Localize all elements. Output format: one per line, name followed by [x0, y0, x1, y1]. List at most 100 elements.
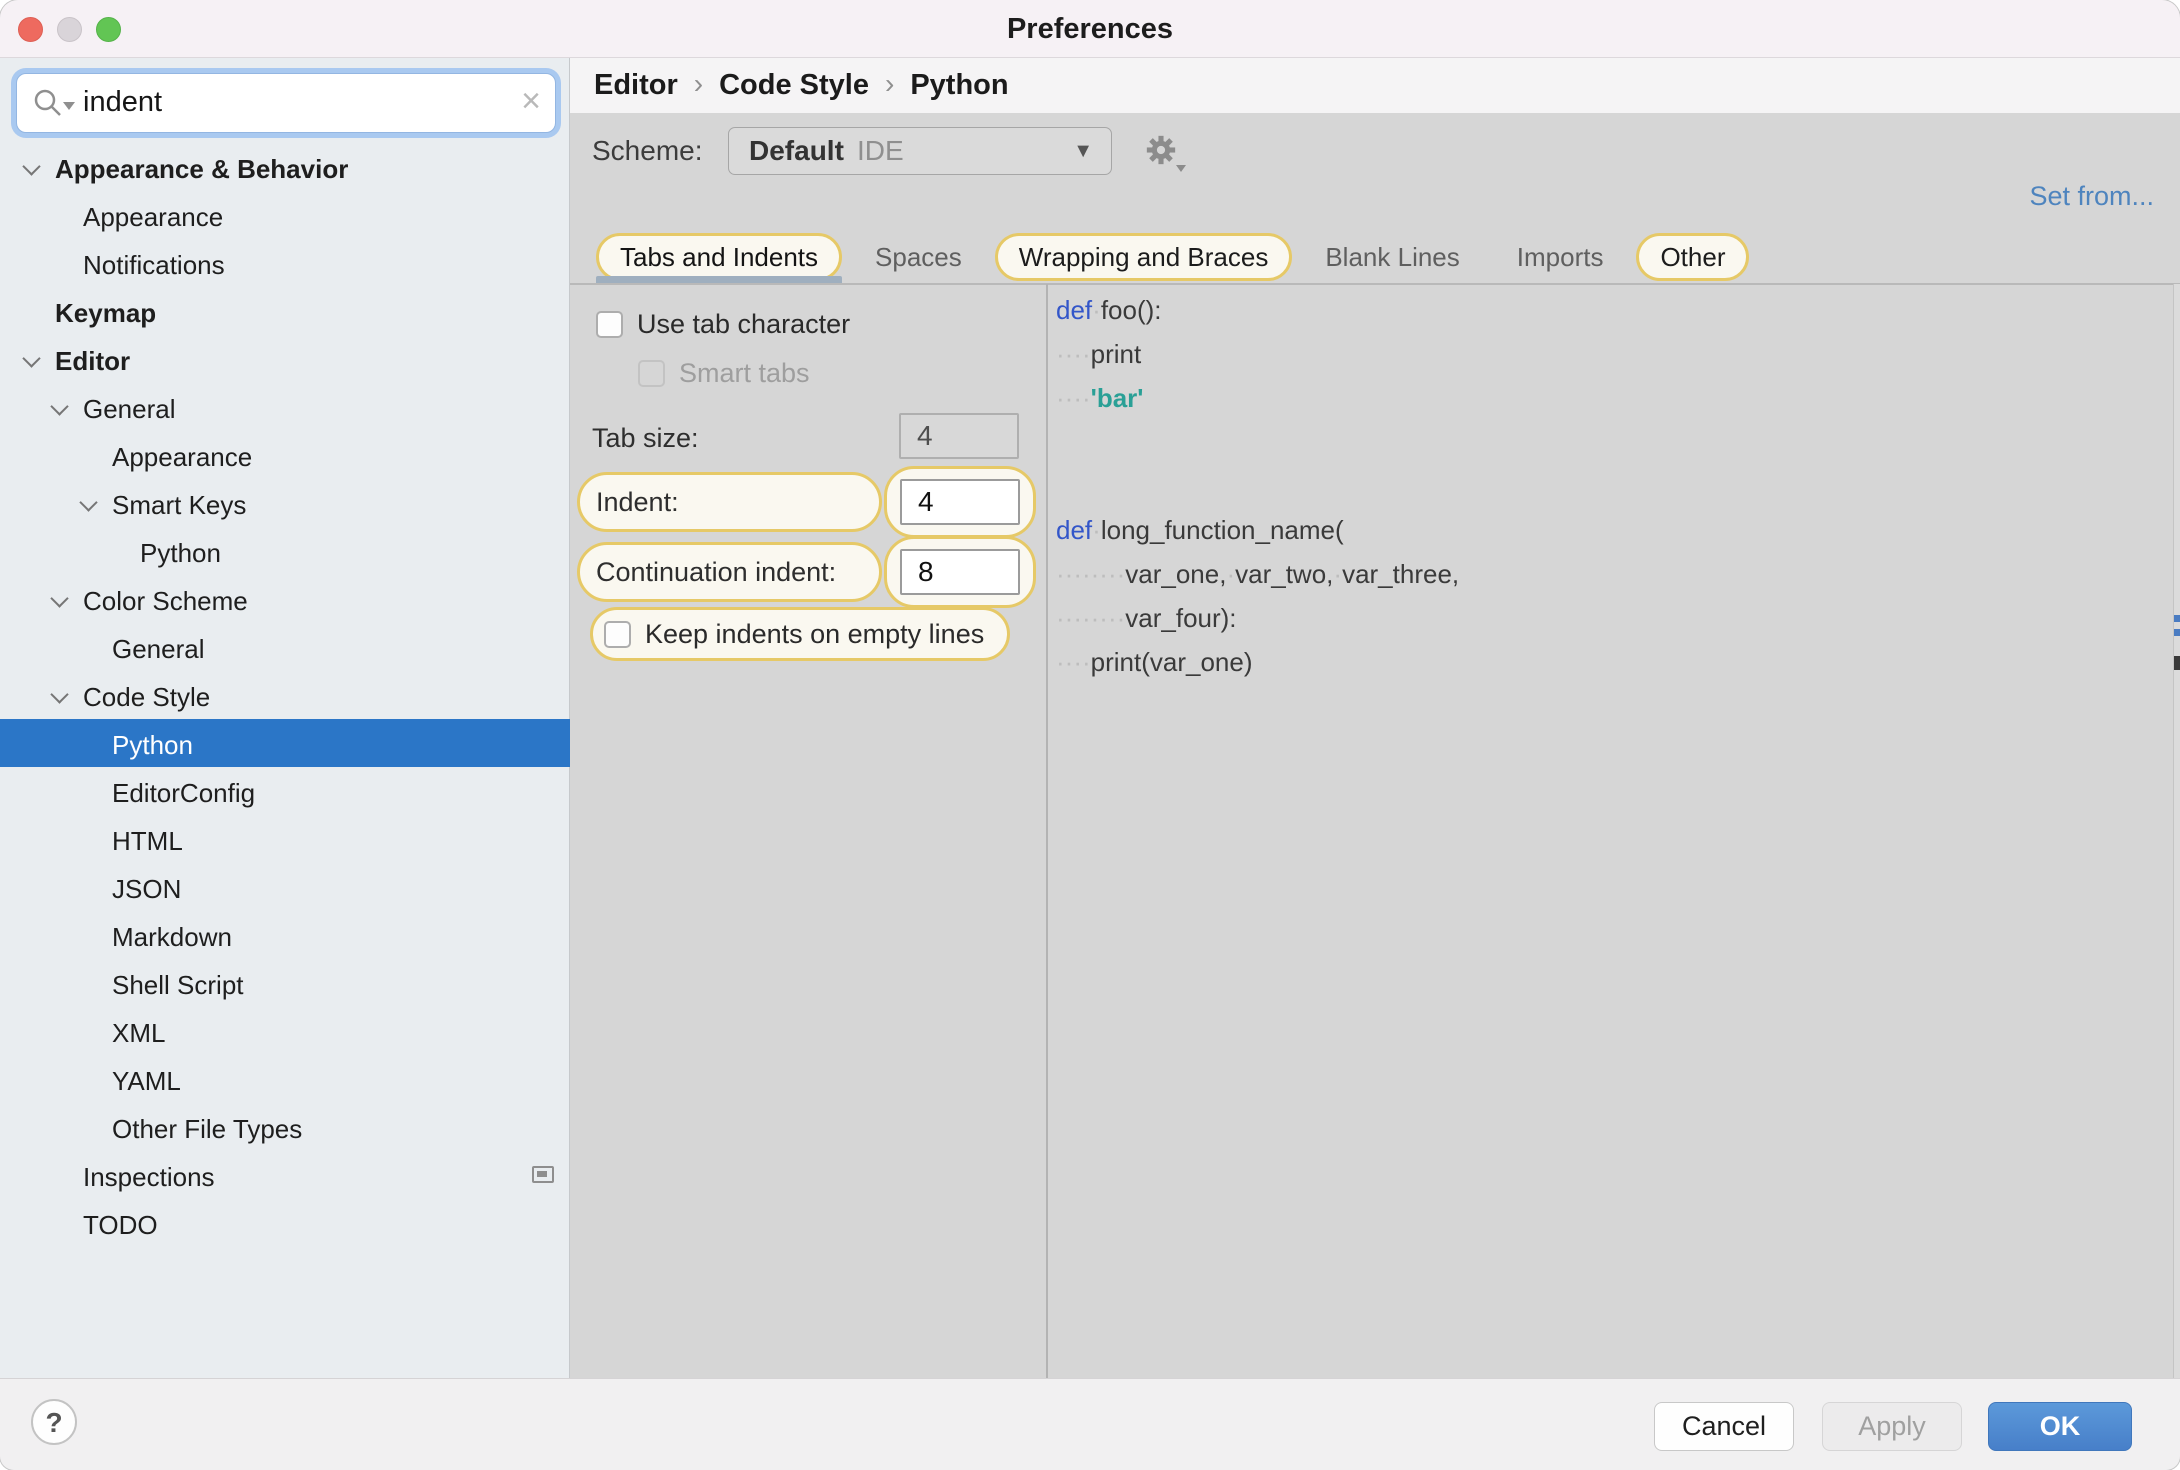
- tabstrip-divider: [570, 283, 2180, 285]
- chevron-down-icon[interactable]: [50, 685, 69, 704]
- settings-sidebar: indent × Appearance & Behavior Appearance…: [0, 58, 570, 1378]
- tab-wrapping-and-braces[interactable]: Wrapping and Braces: [994, 233, 1293, 281]
- chevron-down-icon[interactable]: [50, 589, 69, 608]
- keep-indents-highlight[interactable]: Keep indents on empty lines: [590, 607, 1010, 661]
- breadcrumb: Editor › Code Style › Python: [570, 58, 2180, 113]
- tab-imports[interactable]: Imports: [1493, 233, 1628, 281]
- sidebar-item-xml[interactable]: XML: [0, 1007, 570, 1055]
- sidebar-item-label: Appearance: [83, 202, 224, 233]
- stripe-mark[interactable]: [2174, 656, 2180, 670]
- code-line: ····print: [1056, 339, 1142, 369]
- sidebar-item-appearance[interactable]: Appearance: [0, 431, 570, 479]
- code-line: ····'bar': [1056, 383, 1144, 413]
- continuation-indent-label: Continuation indent:: [596, 556, 837, 587]
- sidebar-item-label: JSON: [112, 874, 182, 905]
- window-title: Preferences: [1006, 13, 1174, 45]
- sidebar-item-label: Editor: [55, 346, 131, 377]
- settings-main: Editor › Code Style › Python Scheme: Default…: [570, 58, 2180, 1378]
- dropdown-caret-icon: ▼: [1073, 140, 1093, 162]
- sidebar-item-label: General: [83, 394, 176, 425]
- sidebar-item-label: Python: [112, 730, 193, 761]
- code-line: def·foo():: [1056, 295, 1162, 325]
- chevron-down-icon[interactable]: [22, 157, 41, 176]
- use-tab-character-row[interactable]: Use tab character: [596, 309, 850, 340]
- set-from-link[interactable]: Set from...: [2029, 181, 2154, 212]
- sidebar-item-appearance-behavior[interactable]: Appearance & Behavior: [0, 143, 570, 191]
- title-bar: Preferences: [0, 0, 2180, 58]
- smart-tabs-checkbox[interactable]: [638, 360, 665, 387]
- preview-scroll-stripe[interactable]: [2173, 284, 2180, 1378]
- sidebar-item-html[interactable]: HTML: [0, 815, 570, 863]
- search-icon: [34, 89, 61, 116]
- chevron-down-icon[interactable]: [22, 349, 41, 368]
- continuation-indent-label-highlight: Continuation indent:: [577, 542, 882, 602]
- sidebar-item-notifications[interactable]: Notifications: [0, 239, 570, 287]
- chevron-down-icon[interactable]: [50, 397, 69, 416]
- stripe-mark[interactable]: [2174, 629, 2180, 636]
- keep-indents-label: Keep indents on empty lines: [645, 618, 985, 649]
- use-tab-character-label: Use tab character: [637, 309, 851, 339]
- chevron-down-icon[interactable]: [79, 493, 98, 512]
- sidebar-item-editorconfig[interactable]: EditorConfig: [0, 767, 570, 815]
- stripe-mark[interactable]: [2174, 615, 2180, 622]
- sidebar-item-label: Appearance & Behavior: [55, 154, 349, 185]
- code-preview: def·foo(): ····print ····'bar' def·long_fun…: [1056, 288, 2170, 1378]
- scheme-label: Scheme:: [592, 135, 703, 166]
- use-tab-character-checkbox[interactable]: [596, 311, 623, 338]
- search-history-caret-icon[interactable]: [63, 102, 75, 110]
- sidebar-item-inspections[interactable]: Inspections: [0, 1151, 570, 1199]
- sidebar-item-yaml[interactable]: YAML: [0, 1055, 570, 1103]
- scheme-dropdown-suffix: IDE: [857, 135, 904, 166]
- smart-tabs-row[interactable]: Smart tabs: [638, 358, 810, 389]
- sidebar-item-label: Smart Keys: [112, 490, 247, 521]
- sidebar-item-label: HTML: [112, 826, 183, 857]
- sidebar-item-keymap[interactable]: Keymap: [0, 287, 570, 335]
- dialog-body: indent × Appearance & Behavior Appearance…: [0, 58, 2180, 1378]
- sidebar-item-shell-script[interactable]: Shell Script: [0, 959, 570, 1007]
- settings-tree: Appearance & Behavior Appearance Notificat…: [0, 143, 570, 1247]
- code-style-python-panel: Scheme: Default IDE ▼ Set from... Tabs a…: [570, 113, 2180, 1378]
- sidebar-item-label: Notifications: [83, 250, 225, 281]
- breadcrumb-separator-icon: ›: [884, 67, 895, 99]
- scheme-dropdown[interactable]: Default IDE ▼: [728, 127, 1112, 175]
- sidebar-item-general[interactable]: General: [0, 623, 570, 671]
- sidebar-item-label: YAML: [112, 1066, 181, 1097]
- sidebar-item-json[interactable]: JSON: [0, 863, 570, 911]
- scheme-actions-gear-icon[interactable]: [1144, 133, 1178, 167]
- clear-search-icon[interactable]: ×: [521, 82, 541, 121]
- breadcrumb-item-editor[interactable]: Editor: [594, 69, 678, 102]
- sidebar-item-appearance[interactable]: Appearance: [0, 191, 570, 239]
- sidebar-item-other-file-types[interactable]: Other File Types: [0, 1103, 570, 1151]
- indent-input[interactable]: [900, 479, 1020, 525]
- tab-blank-lines[interactable]: Blank Lines: [1301, 233, 1483, 281]
- help-button[interactable]: ?: [31, 1399, 77, 1445]
- sidebar-item-code-style[interactable]: Code Style: [0, 671, 570, 719]
- tab-size-input[interactable]: [899, 413, 1019, 459]
- sidebar-item-todo[interactable]: TODO: [0, 1199, 570, 1247]
- sidebar-item-label: Inspections: [83, 1162, 215, 1193]
- tab-spaces[interactable]: Spaces: [851, 233, 986, 281]
- sidebar-item-color-scheme[interactable]: Color Scheme: [0, 575, 570, 623]
- ok-button[interactable]: OK: [1988, 1402, 2132, 1451]
- code-line: def·long_function_name(: [1056, 515, 1344, 545]
- sidebar-item-label: TODO: [83, 1210, 158, 1241]
- breadcrumb-item-code-style[interactable]: Code Style: [719, 69, 869, 102]
- sidebar-item-general[interactable]: General: [0, 383, 570, 431]
- sidebar-item-python[interactable]: Python: [0, 527, 570, 575]
- sidebar-item-markdown[interactable]: Markdown: [0, 911, 570, 959]
- sidebar-item-editor[interactable]: Editor: [0, 335, 570, 383]
- settings-search-field[interactable]: indent ×: [16, 73, 556, 133]
- tab-other[interactable]: Other: [1636, 233, 1750, 281]
- apply-button[interactable]: Apply: [1822, 1402, 1962, 1451]
- breadcrumb-item-python[interactable]: Python: [910, 69, 1008, 102]
- search-input-value[interactable]: indent: [83, 86, 162, 119]
- keep-indents-checkbox[interactable]: [604, 620, 631, 648]
- cancel-button[interactable]: Cancel: [1654, 1402, 1794, 1451]
- gear-caret-icon: [1176, 165, 1186, 172]
- sidebar-item-smart-keys[interactable]: Smart Keys: [0, 479, 570, 527]
- sidebar-item-python[interactable]: Python: [0, 719, 570, 767]
- tab-tabs-and-indents[interactable]: Tabs and Indents: [596, 233, 843, 285]
- sidebar-item-label: Other File Types: [112, 1114, 303, 1145]
- continuation-indent-input[interactable]: [900, 549, 1020, 595]
